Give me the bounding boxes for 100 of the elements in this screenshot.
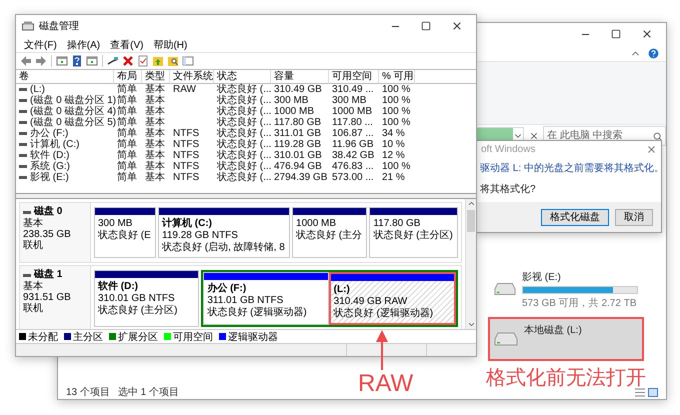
table-cell-text: 311.01 GB [273, 128, 322, 139]
partition-size: 117.80 GB [373, 218, 422, 230]
drive-item[interactable]: 影视 (E:) 573 GB 可用，共 2.72 TB [488, 264, 644, 314]
close-icon[interactable] [641, 28, 653, 40]
table-cell-text: 基本 [144, 139, 166, 150]
partition-label: 软件 (D:) [98, 281, 139, 293]
table-cell-text: 简单 [116, 128, 138, 139]
forward-icon[interactable] [35, 55, 47, 67]
column-header[interactable]: 状态 [214, 70, 271, 84]
table-cell-text: 简单 [116, 84, 138, 95]
details-view-icon[interactable] [635, 388, 645, 396]
plug-icon[interactable] [107, 55, 119, 67]
table-cell-text: 119.28 GB [273, 139, 322, 150]
table-cell-text: 基本 [144, 95, 166, 106]
disk-info[interactable]: 磁盘 1 基本 931.51 GB 联机 [20, 266, 91, 331]
table-cell-text: 38.42 GB [331, 150, 376, 161]
volume-name: (磁盘 0 磁盘分区 4) [16, 106, 114, 117]
close-icon[interactable] [528, 131, 539, 141]
table-cell-text: 100 % [381, 84, 412, 95]
volume-name: 计算机 (C:) [16, 139, 114, 150]
volume-name: 办公 (F:) [16, 128, 114, 139]
menu-item[interactable]: 操作(A) [62, 38, 104, 52]
legend-label: 扩展分区 [118, 330, 158, 344]
scroll-down-icon[interactable] [466, 320, 476, 329]
folder-search-icon[interactable] [167, 55, 179, 67]
table-cell-text: 状态良好 (... [216, 117, 271, 128]
partition[interactable]: (L:) 310.49 GB RAW 状态良好 (逻辑驱动器) [328, 272, 456, 325]
table-cell-text: 1000 MB [331, 106, 374, 117]
back-icon[interactable] [20, 55, 32, 67]
delete-icon[interactable] [122, 55, 134, 67]
annotation-arrow [376, 330, 388, 370]
disk-state: 联机 [23, 240, 44, 251]
legend-label: 可用空间 [173, 330, 213, 344]
partition-size: 310.01 GB NTFS [98, 293, 176, 304]
column-header[interactable]: 容量 [271, 70, 329, 84]
table-cell-text: 状态良好 (... [216, 172, 271, 183]
column-header[interactable]: 布局 [114, 70, 142, 84]
volume-name: 软件 (D:) [16, 150, 114, 161]
table-cell-text: 11.96 GB [331, 139, 375, 150]
partition[interactable]: 计算机 (C:) 119.28 GB NTFS 状态良好 (启动, 故障转储, 8 [158, 207, 290, 258]
window-icon[interactable] [86, 55, 98, 67]
tiles-view-icon[interactable] [648, 388, 658, 396]
partition[interactable]: 办公 (F:) 311.01 GB NTFS 状态良好 (逻辑驱动器) [203, 272, 329, 325]
table-cell-text: 300 MB [273, 95, 310, 106]
legend-label: 主分区 [73, 330, 103, 344]
help-icon[interactable] [647, 46, 660, 60]
partition-label: 计算机 (C:) [162, 218, 213, 230]
scroll-up-icon[interactable] [466, 199, 476, 208]
column-header[interactable]: 类型 [142, 70, 170, 84]
table-cell-text: 1000 MB [273, 106, 316, 117]
table-cell-text: 状态良好 (... [216, 161, 271, 172]
menu-item[interactable]: 帮助(H) [149, 38, 192, 52]
partition[interactable]: 300 MB 状态良好 (E [94, 207, 156, 258]
close-icon[interactable] [451, 20, 463, 32]
help-icon[interactable] [71, 55, 83, 67]
dialog-question: 将其格式化? [479, 182, 537, 196]
annotation-text: RAW [358, 370, 414, 398]
scrollbar-thumb[interactable] [467, 210, 475, 232]
maximize-icon[interactable] [421, 21, 431, 31]
table-cell-text: 简单 [116, 95, 138, 106]
annotation-text: 格式化前无法打开 [486, 366, 646, 391]
partition-status: 状态良好 (主分区) [373, 230, 454, 242]
column-header[interactable]: 卷 [16, 70, 114, 84]
menu-item[interactable]: 文件(F) [20, 38, 61, 52]
table-cell-text: NTFS [172, 161, 200, 172]
window-icon[interactable] [182, 55, 194, 67]
drive-name: 本地磁盘 (L:) [524, 324, 582, 337]
table-cell-text: 基本 [144, 172, 166, 183]
drive-icon [494, 332, 518, 346]
partition[interactable]: 1000 MB 状态良好 (主分 [292, 207, 368, 258]
table-cell-text: NTFS [172, 172, 200, 183]
partition-status: 状态良好 (逻辑驱动器) [207, 307, 308, 319]
partition[interactable]: 软件 (D:) 310.01 GB NTFS 状态良好 (主分区) [94, 270, 200, 327]
table-cell-text: 状态良好 (... [216, 150, 271, 161]
table-cell-text: 117.80 GB [273, 117, 322, 128]
status-text: 13 个项目 [66, 386, 110, 399]
partition-size: 119.28 GB NTFS [162, 230, 239, 242]
table-cell-text: 基本 [144, 150, 166, 161]
table-cell-text: 100 % [381, 161, 412, 172]
free-space-text: 573 GB 可用，共 2.72 TB [522, 296, 638, 310]
column-header[interactable]: 文件系统 [170, 70, 214, 84]
window-icon[interactable] [56, 55, 68, 67]
disk-info[interactable]: 磁盘 0 基本 238.35 GB 联机 [20, 203, 91, 262]
table-cell-text: 2794.39 GB [273, 172, 328, 183]
table-cell-text: 300 MB [331, 95, 368, 106]
table-cell-text: NTFS [172, 139, 200, 150]
table-cell-text: 简单 [116, 150, 138, 161]
menu-item[interactable]: 查看(V) [106, 38, 148, 52]
maximize-icon[interactable] [611, 29, 621, 39]
partition[interactable]: 117.80 GB 状态良好 (主分区) [369, 207, 458, 258]
dialog-button[interactable]: 取消 [615, 208, 653, 226]
column-header[interactable]: 可用空间 [329, 70, 379, 84]
checklist-icon[interactable] [137, 55, 149, 67]
table-cell-text: 状态良好 (... [216, 95, 271, 106]
table-cell-text: 10 % [381, 139, 406, 150]
disk-name: 磁盘 0 [34, 206, 62, 218]
column-header[interactable]: % 可用 [379, 70, 415, 84]
dialog-button[interactable]: 格式化磁盘 [541, 208, 609, 226]
drive-item[interactable]: 本地磁盘 (L:) [488, 317, 644, 361]
table-cell-text: 基本 [144, 106, 166, 117]
